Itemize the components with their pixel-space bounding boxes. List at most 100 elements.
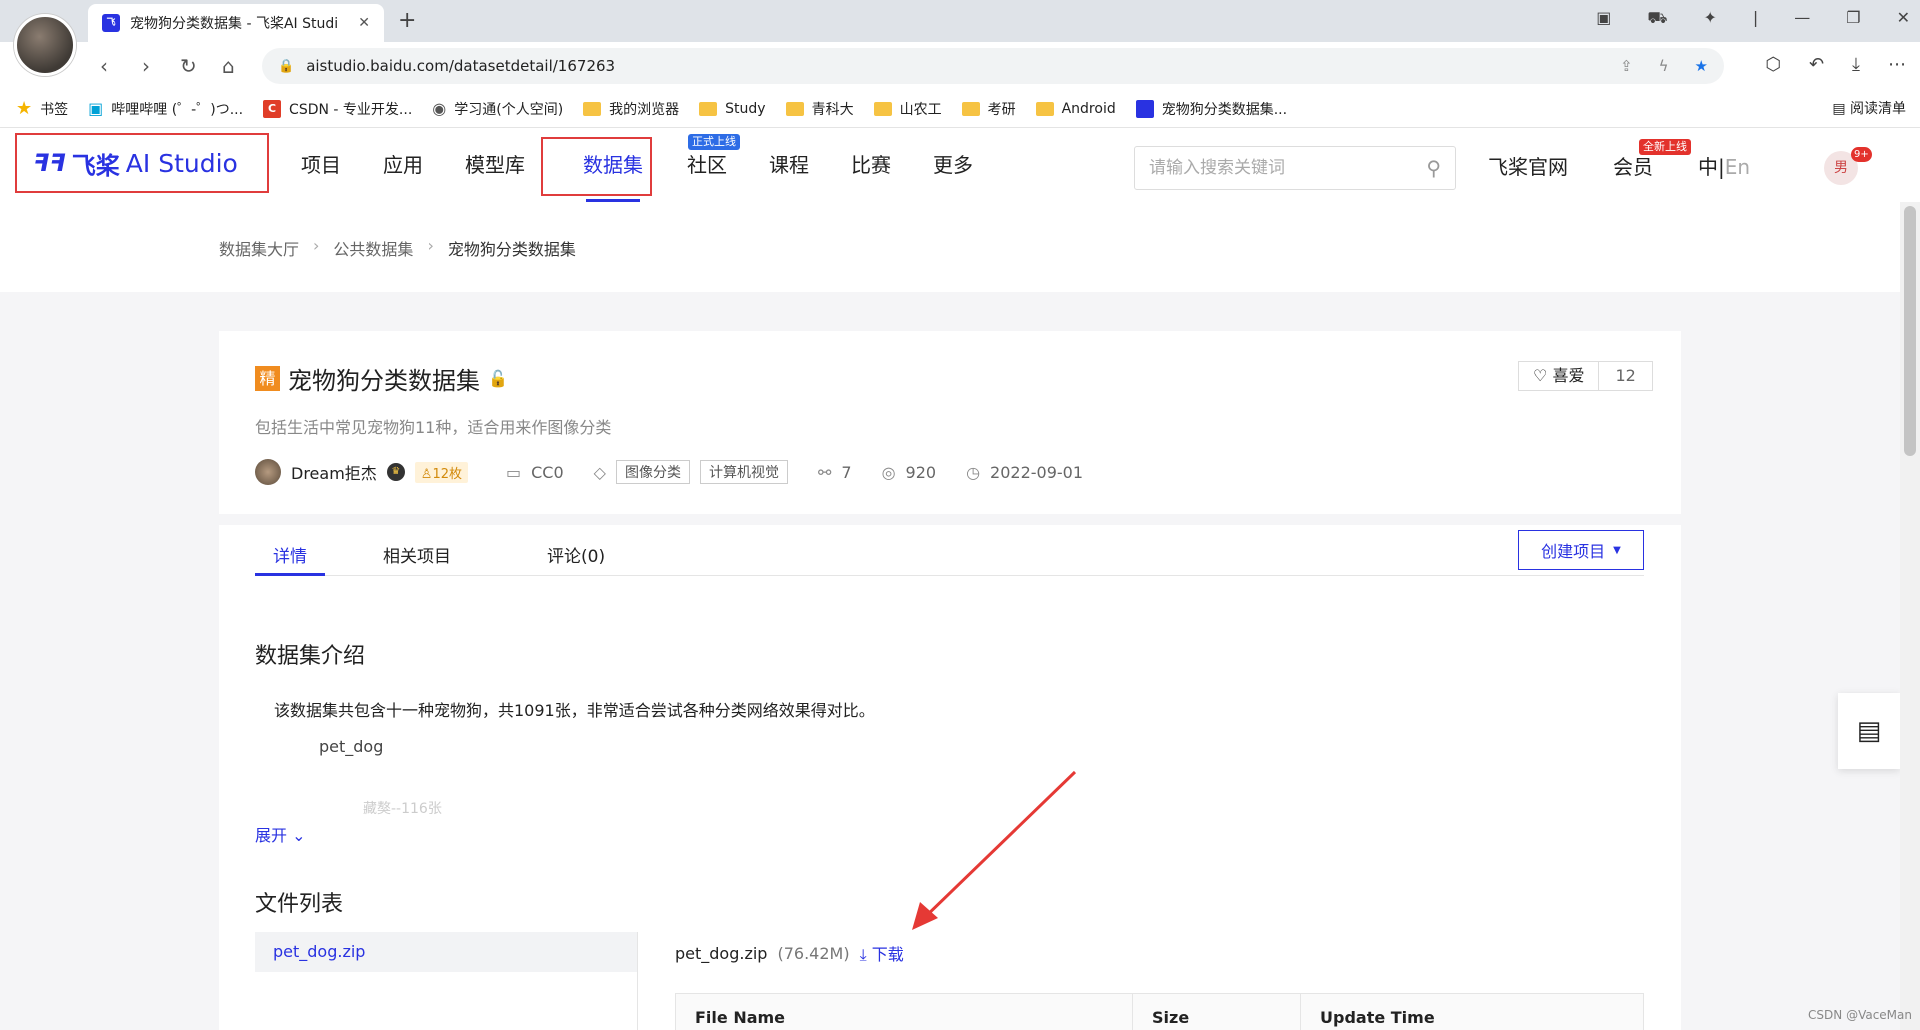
col-size: Size — [1133, 994, 1301, 1030]
page-title: 宠物狗分类数据集 — [288, 367, 480, 395]
bookmark-folder[interactable]: 考研 — [961, 99, 1016, 119]
view-count: 920 — [905, 462, 937, 482]
car-icon[interactable]: ⛟ — [1647, 8, 1667, 29]
bookmark-folder[interactable]: 山农工 — [873, 99, 942, 119]
watermark: CSDN @VaceMan — [1808, 1008, 1912, 1022]
member-link[interactable]: 会员 全新上线 — [1613, 138, 1691, 180]
folder-icon — [961, 101, 980, 116]
tab-close-icon[interactable]: ✕ — [358, 15, 370, 31]
share-icon[interactable]: ⇪ — [1620, 57, 1633, 75]
reading-list-button[interactable]: ▤ 阅读清单 — [1832, 98, 1906, 118]
forward-icon[interactable]: › — [142, 54, 150, 78]
author-name[interactable]: Dream拒杰 — [291, 460, 377, 484]
download-link[interactable]: ⤓ 下载 — [860, 941, 904, 965]
chevron-down-icon: ⌄ — [292, 826, 306, 845]
close-window-icon[interactable]: ✕ — [1897, 8, 1910, 29]
faded-line: 藏獒--116张 — [363, 801, 442, 817]
coins-badge: ♙12枚 — [414, 461, 468, 483]
toolbar-icons: ⬡ ↶ ⤓ ⋯ — [1765, 54, 1906, 75]
logo-zh: 飞桨 — [71, 151, 120, 180]
bookmark-item[interactable]: ▣ 哔哩哔哩 (゜-゜)つ... — [88, 99, 243, 119]
language-switch[interactable]: 中|En — [1698, 151, 1750, 180]
like-button[interactable]: ♡ 喜爱 12 — [1518, 361, 1653, 391]
tag-icon: ◇ — [593, 462, 606, 482]
site-logo[interactable]: ꟻꟻ 飞桨 AI Studio — [15, 133, 269, 193]
url-field[interactable]: 🔒 aistudio.baidu.com/datasetdetail/16726… — [262, 48, 1724, 84]
url-actions: ⇪ ϟ ★ — [1620, 57, 1708, 75]
tab-comments[interactable]: 评论(0) — [529, 542, 623, 575]
official-site-link[interactable]: 飞桨官网 — [1488, 151, 1568, 180]
reload-icon[interactable]: ↻ — [180, 54, 197, 78]
intro-text: 该数据集共包含十一种宠物狗，共1091张，非常适合尝试各种分类网络效果得对比。 — [274, 701, 875, 720]
bookmark-item[interactable]: ◉ 学习通(个人空间) — [432, 99, 563, 119]
tab-related-projects[interactable]: 相关项目 — [365, 542, 469, 575]
nav-more[interactable]: 更多 — [912, 128, 994, 202]
extensions-icon[interactable]: ⬡ — [1765, 54, 1781, 75]
detail-tabs: 详情 相关项目 评论(0) — [255, 542, 1644, 576]
create-project-button[interactable]: 创建项目 ▼ — [1518, 530, 1644, 570]
tab-details[interactable]: 详情 — [255, 542, 325, 576]
breadcrumb-public-datasets[interactable]: 公共数据集 — [333, 236, 413, 260]
restore-icon[interactable]: ❐ — [1846, 8, 1860, 29]
breadcrumb-dataset-hall[interactable]: 数据集大厅 — [219, 236, 299, 260]
minimize-icon[interactable]: — — [1794, 8, 1810, 29]
search-input[interactable] — [1149, 158, 1427, 178]
tag-image-classification[interactable]: 图像分类 — [615, 460, 690, 484]
site-search[interactable]: ⚲ — [1134, 146, 1456, 190]
clock-icon: ◷ — [966, 462, 981, 482]
dataset-meta: Dream拒杰 ♛ ♙12枚 ▭ CC0 ◇ 图像分类 计算机视觉 ⚯ 7 ◎ … — [255, 459, 1083, 485]
browser-tab[interactable]: 飞 宠物狗分类数据集 - 飞桨AI Studi ✕ — [88, 4, 384, 42]
expand-link[interactable]: 展开 ⌄ — [255, 822, 306, 846]
file-list-item[interactable]: pet_dog.zip — [255, 932, 637, 972]
nav-models[interactable]: 模型库 — [444, 128, 546, 202]
file-list-heading: 文件列表 — [255, 892, 344, 917]
nav-apps[interactable]: 应用 — [362, 128, 444, 202]
folder-icon — [699, 101, 718, 116]
bookmark-item[interactable]: ★ 书签 — [16, 98, 68, 119]
undo-icon[interactable]: ↶ — [1809, 54, 1824, 75]
dataset-description: 包括生活中常见宠物狗11种，适合用来作图像分类 — [255, 418, 612, 437]
link-count: 7 — [841, 462, 852, 482]
author-avatar[interactable] — [255, 459, 281, 485]
logo-text: AI Studio — [125, 148, 238, 178]
folder-icon — [785, 101, 804, 116]
more-icon[interactable]: ⋯ — [1888, 54, 1906, 75]
browser-profile-avatar[interactable] — [14, 14, 76, 76]
caret-down-icon: ▼ — [1613, 544, 1621, 556]
bookmark-item[interactable]: C CSDN - 专业开发... — [263, 99, 412, 119]
folder-icon — [1035, 101, 1054, 116]
file-size: (76.42M) — [777, 943, 850, 963]
home-icon[interactable]: ⌂ — [222, 54, 235, 78]
extension-puzzle-icon[interactable]: ✦ — [1703, 8, 1716, 29]
nav-courses[interactable]: 课程 — [748, 128, 830, 202]
download-icon: ⤓ — [859, 945, 867, 964]
divider-icon: | — [1752, 8, 1759, 27]
file-table-header: File Name Size Update Time — [675, 993, 1644, 1030]
feedback-button[interactable]: ▤ — [1838, 693, 1900, 769]
folder-icon — [873, 101, 892, 116]
flash-icon[interactable]: ϟ — [1659, 57, 1669, 75]
nav-community[interactable]: 社区 正式上线 — [666, 128, 748, 202]
csdn-icon: C — [263, 99, 282, 118]
nav-projects[interactable]: 项目 — [280, 128, 362, 202]
divider — [637, 932, 638, 1030]
download-icon[interactable]: ⤓ — [1852, 54, 1860, 75]
bookmark-item[interactable]: 宠物狗分类数据集... — [1135, 99, 1287, 119]
scrollbar-thumb[interactable] — [1904, 206, 1916, 456]
bookmark-folder[interactable]: 我的浏览器 — [583, 99, 679, 119]
tag-computer-vision[interactable]: 计算机视觉 — [699, 460, 788, 484]
bookmark-folder[interactable]: 青科大 — [785, 99, 854, 119]
bookmarks-bar: ★ 书签 ▣ 哔哩哔哩 (゜-゜)つ... C CSDN - 专业开发... ◉ 学习通… — [0, 90, 1920, 128]
bookmark-folder[interactable]: Study — [699, 101, 766, 117]
bookmark-star-icon[interactable]: ★ — [1695, 57, 1708, 75]
nav-competitions[interactable]: 比赛 — [830, 128, 912, 202]
paddle-favicon-icon: 飞 — [102, 14, 120, 32]
bookmark-folder[interactable]: Android — [1035, 101, 1116, 117]
tab-actions-icon[interactable]: ▣ — [1596, 8, 1611, 29]
search-icon[interactable]: ⚲ — [1426, 156, 1441, 180]
new-tab-icon[interactable]: + — [398, 8, 416, 33]
file-name: pet_dog.zip — [675, 943, 768, 963]
col-file-name: File Name — [676, 994, 1133, 1030]
unlock-icon: 🔓 — [488, 369, 508, 388]
back-icon[interactable]: ‹ — [100, 54, 108, 78]
